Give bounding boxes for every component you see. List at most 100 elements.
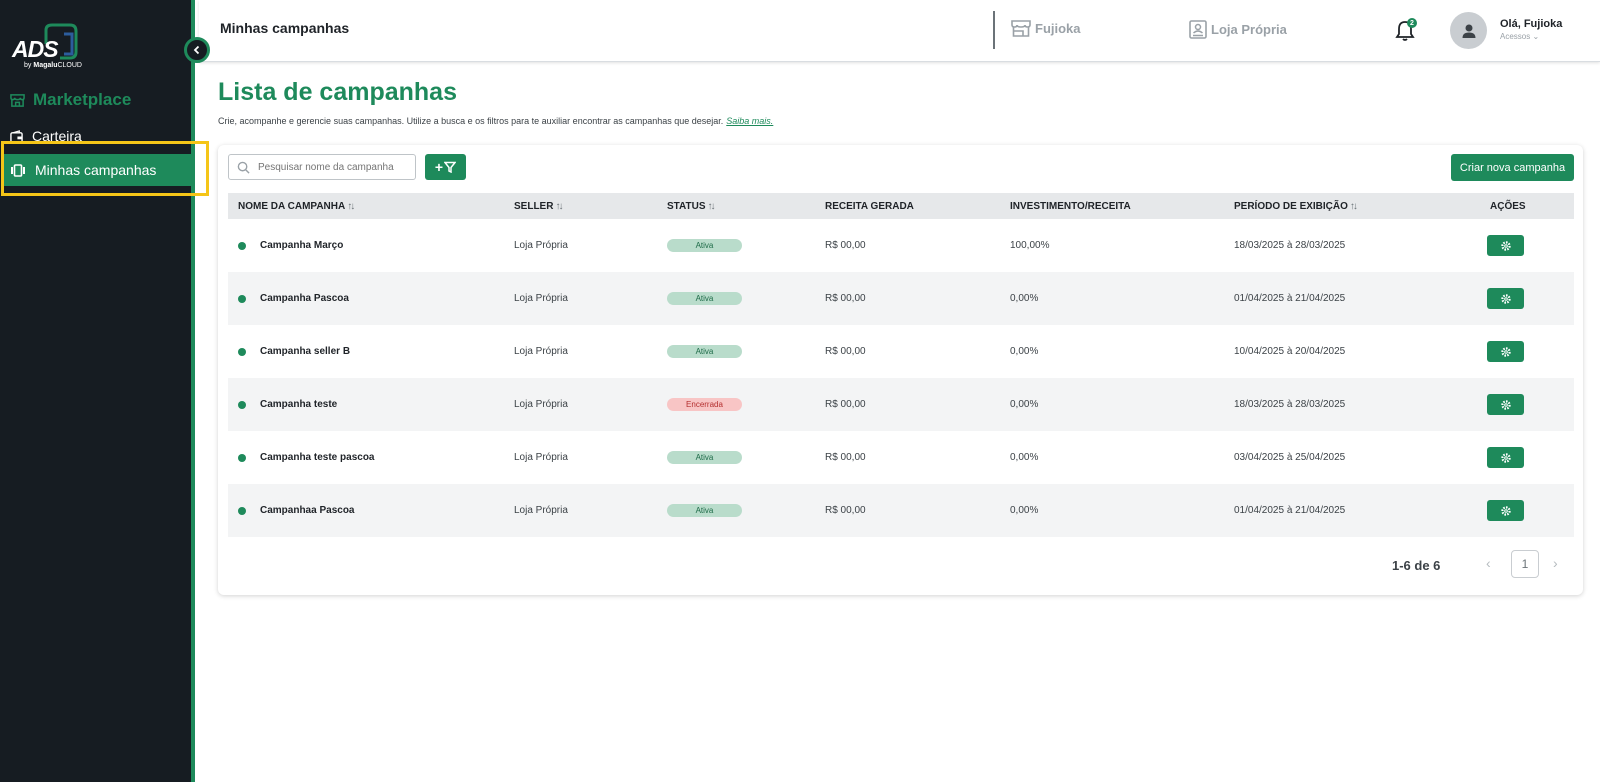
page-description-text: Crie, acompanhe e gerencie suas campanha…	[218, 116, 724, 126]
campaign-name[interactable]: Campanha teste	[260, 399, 337, 410]
settings-button[interactable]	[1487, 447, 1524, 468]
store-fujioka-button[interactable]: Fujioka	[1011, 20, 1081, 37]
campaigns-card: + Criar nova campanha NOME DA CAMPANHA↑↓…	[218, 145, 1583, 595]
create-campaign-button[interactable]: Criar nova campanha	[1451, 154, 1574, 181]
avatar[interactable]	[1450, 12, 1487, 49]
status-badge: Ativa	[667, 504, 742, 517]
logo-brand: Magalu	[33, 62, 58, 69]
chevron-down-icon: ⌄	[1532, 32, 1540, 41]
status-dot	[238, 400, 246, 409]
settings-button[interactable]	[1487, 235, 1524, 256]
filter-button-label: +	[434, 159, 444, 175]
pagination-next-button[interactable]: ›	[1553, 555, 1558, 571]
page-title: Lista de campanhas	[218, 78, 457, 106]
settings-button[interactable]	[1487, 500, 1524, 521]
column-header-campaign-name[interactable]: NOME DA CAMPANHA ↑↓	[238, 193, 355, 219]
sidebar: ADS by MagaluCLOUD Marketplace Carteira …	[0, 0, 195, 782]
ratio-cell: 0,00%	[1010, 399, 1039, 410]
column-header-display-period[interactable]: PERÍODO DE EXIBIÇÃO ↑↓	[1234, 193, 1358, 219]
ratio-cell: 0,00%	[1010, 452, 1039, 463]
ads-logo[interactable]: ADS by MagaluCLOUD	[12, 22, 92, 74]
learn-more-link[interactable]: Saiba mais.	[726, 116, 773, 126]
search-box[interactable]	[228, 154, 416, 180]
campaign-name-cell: Campanha Pascoa	[238, 272, 349, 325]
status-dot	[238, 294, 246, 303]
column-header-label: NOME DA CAMPANHA	[238, 200, 346, 212]
column-header-label: SELLER	[514, 200, 554, 212]
status-cell: Ativa	[667, 219, 742, 272]
top-bar: Minhas campanhas Fujioka Loja Própria 2 …	[199, 0, 1600, 62]
status-badge: Encerrada	[667, 398, 742, 411]
column-header-investment-ratio: INVESTIMENTO/RECEITA	[1010, 193, 1131, 219]
logo-text: ADS	[12, 36, 59, 62]
table-row[interactable]: Campanha Pascoa Loja Própria Ativa R$ 00…	[228, 272, 1574, 325]
chevron-right-icon: ›	[1553, 555, 1558, 571]
sidebar-section-marketplace[interactable]: Marketplace	[10, 90, 131, 110]
pagination-prev-button[interactable]: ‹	[1486, 555, 1491, 571]
settings-button[interactable]	[1487, 288, 1524, 309]
gear-icon	[1500, 240, 1511, 251]
gear-icon	[1500, 452, 1511, 463]
period-cell: 03/04/2025 à 25/04/2025	[1234, 452, 1346, 463]
actions-cell	[1487, 325, 1524, 378]
settings-button[interactable]	[1487, 394, 1524, 415]
table-header: NOME DA CAMPANHA ↑↓ SELLER ↑↓ STATUS ↑↓ REC…	[228, 193, 1574, 219]
revenue-cell: R$ 00,00	[825, 293, 866, 304]
store-icon	[10, 93, 25, 107]
column-header-seller[interactable]: SELLER ↑↓	[514, 193, 563, 219]
page-description: Crie, acompanhe e gerencie suas campanha…	[218, 116, 773, 126]
actions-cell	[1487, 219, 1524, 272]
sidebar-item-carteira[interactable]: Carteira	[0, 120, 195, 152]
column-header-label: INVESTIMENTO/RECEITA	[1010, 200, 1131, 212]
filter-button[interactable]: +	[425, 154, 466, 180]
seller-cell: Loja Própria	[514, 346, 568, 357]
table-row[interactable]: Campanha teste Loja Própria Encerrada R$…	[228, 378, 1574, 431]
notification-badge: 2	[1407, 18, 1417, 28]
sort-icon: ↑↓	[555, 200, 563, 212]
sidebar-section-label: Marketplace	[33, 90, 132, 109]
campaign-name[interactable]: Campanha teste pascoa	[260, 452, 375, 463]
table-row[interactable]: Campanha seller B Loja Própria Ativa R$ …	[228, 325, 1574, 378]
table-row[interactable]: Campanha Março Loja Própria Ativa R$ 00,…	[228, 219, 1574, 272]
column-header-label: STATUS	[667, 200, 706, 212]
gear-icon	[1500, 346, 1511, 357]
notifications-button[interactable]: 2	[1395, 18, 1417, 42]
search-input[interactable]	[258, 161, 408, 173]
status-dot	[238, 347, 246, 356]
campaign-name[interactable]: Campanha seller B	[260, 346, 350, 357]
user-access-dropdown[interactable]: Acessos ⌄	[1500, 32, 1539, 41]
status-dot	[238, 506, 246, 515]
user-icon	[1462, 24, 1475, 38]
search-icon	[237, 161, 250, 174]
campaign-name[interactable]: Campanha Março	[260, 240, 343, 251]
table-row[interactable]: Campanha teste pascoa Loja Própria Ativa…	[228, 431, 1574, 484]
table-row[interactable]: Campanhaa Pascoa Loja Própria Ativa R$ 0…	[228, 484, 1574, 537]
column-header-label: PERÍODO DE EXIBIÇÃO	[1234, 200, 1348, 212]
period-cell: 18/03/2025 à 28/03/2025	[1234, 240, 1346, 251]
campaigns-icon	[11, 163, 25, 177]
campaign-name[interactable]: Campanha Pascoa	[260, 293, 349, 304]
campaign-name-cell: Campanha seller B	[238, 325, 350, 378]
pagination-page-button[interactable]: 1	[1511, 550, 1539, 578]
sidebar-item-minhas-campanhas[interactable]: Minhas campanhas	[4, 154, 195, 186]
wallet-icon	[10, 129, 23, 143]
gear-icon	[1500, 293, 1511, 304]
sidebar-collapse-button[interactable]	[184, 37, 210, 63]
status-badge: Ativa	[667, 451, 742, 464]
pagination-label: 1-6 de 6	[1392, 558, 1441, 573]
sidebar-item-label: Carteira	[32, 128, 82, 144]
revenue-cell: R$ 00,00	[825, 240, 866, 251]
logo-by-text: by	[24, 62, 32, 69]
campaign-name[interactable]: Campanhaa Pascoa	[260, 505, 355, 516]
logo-byline: by MagaluCLOUD	[24, 62, 82, 69]
campaign-name-cell: Campanha teste	[238, 378, 337, 431]
column-header-status[interactable]: STATUS ↑↓	[667, 193, 716, 219]
chevron-left-icon	[193, 45, 200, 55]
user-greeting: Olá, Fujioka	[1500, 18, 1563, 30]
period-cell: 10/04/2025 à 20/04/2025	[1234, 346, 1346, 357]
header-title: Minhas campanhas	[220, 20, 350, 36]
store-id-icon	[1189, 20, 1207, 39]
settings-button[interactable]	[1487, 341, 1524, 362]
store-loja-propria-button[interactable]: Loja Própria	[1189, 20, 1287, 39]
status-dot	[238, 453, 246, 462]
